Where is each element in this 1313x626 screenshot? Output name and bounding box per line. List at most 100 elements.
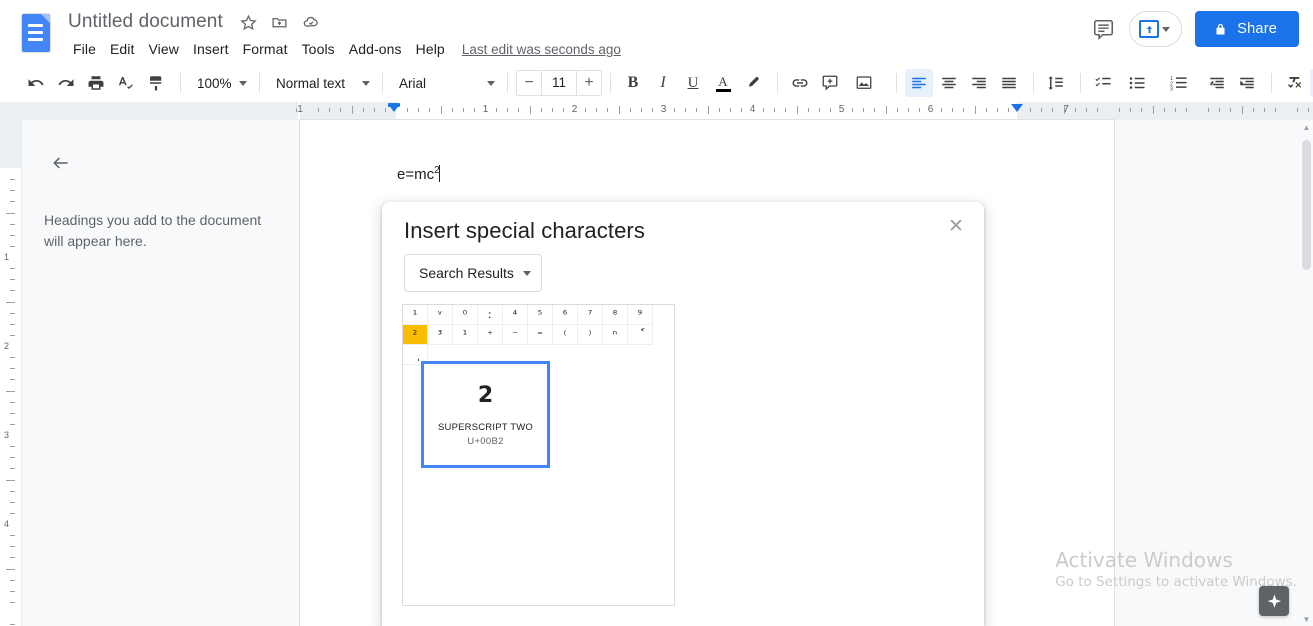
zoom-select[interactable]: 100% [189, 70, 251, 96]
ruler-tick [619, 106, 620, 114]
text-color-button[interactable]: A [709, 69, 737, 97]
character-cell[interactable]: ⁽ [553, 325, 578, 345]
bulleted-list-button[interactable] [1119, 69, 1159, 97]
scroll-down-button[interactable]: ▼ [1300, 612, 1313, 626]
menu-insert[interactable]: Insert [186, 39, 236, 59]
checklist-button[interactable] [1089, 69, 1117, 97]
menu-file[interactable]: File [66, 39, 103, 59]
character-cell[interactable]: ⁺ [478, 325, 503, 345]
character-cell[interactable]: ⁹ [628, 305, 653, 325]
character-cell[interactable]: ⁴ [503, 305, 528, 325]
category-value: Search Results [419, 265, 514, 281]
first-line-indent-handle[interactable] [388, 104, 400, 112]
line-spacing-button[interactable] [1042, 69, 1070, 97]
horizontal-ruler[interactable]: 1 1 2 3 4 5 6 7 [0, 102, 1313, 120]
numbered-list-button[interactable]: 123 [1161, 69, 1201, 97]
align-center-button[interactable] [935, 69, 963, 97]
character-cell[interactable]: ⁰ [453, 305, 478, 325]
bulleted-list-icon [1129, 77, 1145, 89]
character-cell[interactable]: ⁸ [603, 305, 628, 325]
decrease-indent-button[interactable] [1203, 69, 1231, 97]
vertical-scrollbar[interactable]: ▲ ▼ [1300, 120, 1313, 626]
document-outline-panel: Headings you add to the document will ap… [22, 120, 298, 626]
character-cell[interactable]: ² [403, 325, 428, 345]
character-cell[interactable]: ٗ [628, 325, 653, 345]
undo-icon[interactable] [22, 69, 50, 97]
italic-button[interactable]: I [649, 69, 677, 97]
star-icon[interactable] [239, 12, 259, 32]
vruler-tick [10, 491, 15, 492]
character-cell[interactable]: ⁶ [553, 305, 578, 325]
move-to-folder-icon[interactable] [270, 12, 290, 32]
menu-addons[interactable]: Add-ons [342, 39, 409, 59]
character-cell[interactable]: ³ [428, 325, 453, 345]
vruler-top-margin [0, 120, 22, 168]
font-size-decrease-button[interactable]: − [517, 71, 541, 95]
document-body-text[interactable]: e=mc2 [397, 165, 441, 183]
vruler-tick [10, 324, 15, 325]
vruler-tick [10, 290, 15, 291]
paragraph-style-select[interactable]: Normal text [268, 70, 374, 96]
google-docs-logo[interactable] [18, 12, 54, 54]
highlight-color-button[interactable] [739, 69, 767, 97]
font-family-select[interactable]: Arial [391, 70, 499, 96]
category-select[interactable]: Search Results [404, 254, 542, 292]
dialog-close-button[interactable]: ✕ [942, 212, 970, 240]
outline-close-button[interactable] [44, 146, 78, 180]
character-cell[interactable]: ⁻ [503, 325, 528, 345]
align-right-button[interactable] [965, 69, 993, 97]
explore-button[interactable] [1259, 586, 1289, 616]
ruler-tick [496, 108, 497, 112]
spellcheck-icon[interactable] [112, 69, 140, 97]
clear-formatting-button[interactable] [1280, 69, 1308, 97]
character-grid[interactable]: ¹ᵛ⁰ː⁴⁵⁶⁷⁸⁹²³¹⁺⁻⁼⁽⁾ⁿٖٗ [403, 305, 653, 365]
character-preview-card[interactable]: 2 SUPERSCRIPT TWO U+00B2 [421, 361, 550, 468]
insert-link-button[interactable] [786, 69, 814, 97]
menu-tools[interactable]: Tools [295, 39, 342, 59]
increase-indent-button[interactable] [1233, 69, 1261, 97]
character-cell[interactable]: ⁷ [578, 305, 603, 325]
font-size-value[interactable]: 11 [541, 71, 577, 95]
paint-format-icon[interactable] [142, 69, 170, 97]
character-cell[interactable]: ⁼ [528, 325, 553, 345]
ruler-tick [1219, 108, 1220, 112]
ruler-tick [986, 108, 987, 112]
character-cell[interactable]: ¹ [403, 305, 428, 325]
ruler-tick [363, 108, 364, 112]
ruler-tick [441, 106, 442, 114]
right-indent-handle[interactable] [1011, 104, 1023, 112]
vruler-number: 2 [4, 341, 10, 351]
scrollbar-thumb[interactable] [1302, 140, 1311, 270]
character-cell[interactable]: ⁿ [603, 325, 628, 345]
print-icon[interactable] [82, 69, 110, 97]
last-edit-status[interactable]: Last edit was seconds ago [462, 42, 621, 57]
cloud-saved-icon[interactable] [301, 12, 321, 32]
insert-image-button[interactable] [846, 69, 886, 97]
vruler-tick [10, 335, 15, 336]
character-cell[interactable]: ː [478, 305, 503, 325]
character-cell[interactable]: ᵛ [428, 305, 453, 325]
align-left-button[interactable] [905, 69, 933, 97]
menu-help[interactable]: Help [409, 39, 452, 59]
present-icon [1139, 20, 1160, 38]
vertical-ruler[interactable]: 1 2 3 4 [0, 120, 22, 626]
align-justify-button[interactable] [995, 69, 1023, 97]
add-comment-button[interactable] [816, 69, 844, 97]
redo-icon[interactable] [52, 69, 80, 97]
menu-view[interactable]: View [142, 39, 187, 59]
character-cell[interactable]: ⁵ [528, 305, 553, 325]
font-size-increase-button[interactable]: + [577, 71, 601, 95]
underline-button[interactable]: U [679, 69, 707, 97]
comment-history-icon[interactable] [1090, 16, 1116, 42]
bold-button[interactable]: B [619, 69, 647, 97]
menu-format[interactable]: Format [236, 39, 295, 59]
scroll-up-button[interactable]: ▲ [1300, 120, 1313, 134]
character-cell[interactable]: ⁾ [578, 325, 603, 345]
document-title[interactable]: Untitled document [64, 9, 227, 35]
menu-edit[interactable]: Edit [103, 39, 142, 59]
present-button[interactable] [1129, 11, 1183, 47]
share-button[interactable]: Share [1195, 11, 1299, 47]
chevron-down-icon [522, 270, 531, 276]
chevron-down-icon[interactable] [1162, 26, 1171, 32]
character-cell[interactable]: ¹ [453, 325, 478, 345]
